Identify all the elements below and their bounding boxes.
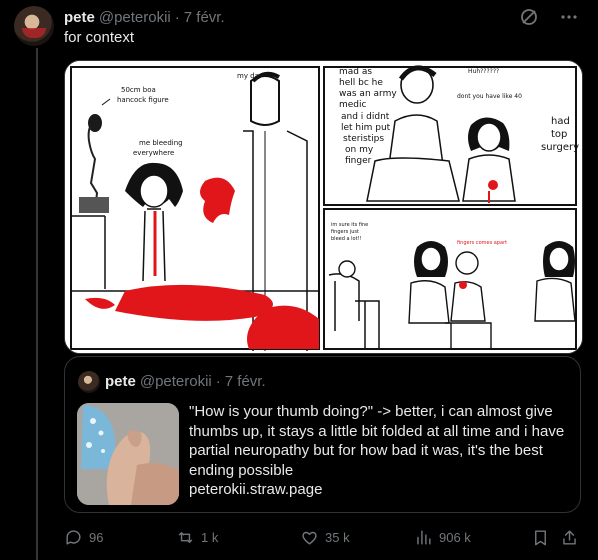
comic-text-left-5: and i didnt xyxy=(341,112,390,122)
views-count: 906 k xyxy=(439,529,471,545)
quoted-media-thumbnail xyxy=(77,403,179,505)
comic-text-left-7: steristips xyxy=(343,134,384,144)
comic-text-fingers: fingers comes apart xyxy=(457,240,507,246)
reply-button[interactable]: 96 xyxy=(64,523,103,551)
views-button[interactable]: 906 k xyxy=(414,523,471,551)
action-bar: 96 1 k 35 k 906 k xyxy=(64,523,584,551)
quoted-text-block: "How is your thumb doing?" -> better, i … xyxy=(189,402,569,500)
top-icons xyxy=(518,6,580,28)
reply-count: 96 xyxy=(89,529,104,545)
bookmark-icon xyxy=(535,529,546,545)
like-button[interactable]: 35 k xyxy=(300,523,350,551)
comic-text-left-9: finger xyxy=(345,156,372,166)
quoted-header: pete @peterokii · 7 févr. xyxy=(105,373,266,390)
quoted-author-handle: @peterokii xyxy=(139,373,212,390)
like-count: 35 k xyxy=(325,529,350,545)
comic-text-left-4: medic xyxy=(339,100,367,110)
comic-image: 50cm boa hancock figure me bleeding ever… xyxy=(65,61,582,353)
comic-label-figure-1: 50cm boa xyxy=(121,86,156,94)
repost-icon xyxy=(178,531,193,543)
share-icon xyxy=(563,529,576,545)
thread-line xyxy=(36,48,38,560)
comic-label-bleeding-2: everywhere xyxy=(133,149,174,157)
comic-text-had-3: surgery xyxy=(541,142,579,153)
comic-text-huh: Huh?????? xyxy=(468,68,499,75)
quoted-tweet[interactable]: pete @peterokii · 7 févr. "How is your t… xyxy=(64,356,581,513)
quoted-body: "How is your thumb doing?" -> better, i … xyxy=(189,403,565,479)
comic-text-had-2: top xyxy=(551,129,567,140)
author-name[interactable]: pete xyxy=(64,9,95,26)
repost-count: 1 k xyxy=(201,529,219,545)
tweet-text: for context xyxy=(64,29,135,46)
comic-label-figure-2: hancock figure xyxy=(117,96,169,104)
quoted-avatar xyxy=(78,371,100,393)
comic-text-left-6: let him put xyxy=(341,123,391,133)
comic-label-bleeding-1: me bleeding xyxy=(139,139,183,147)
comic-text-small-1: im sure its fine xyxy=(331,222,368,228)
tweet-header: pete @peterokii · 7 févr. xyxy=(64,8,225,26)
comic-text-small-2: fingers just xyxy=(331,229,359,235)
quoted-separator: · xyxy=(215,373,221,390)
quoted-author-name: pete xyxy=(105,373,136,390)
comic-text-dont: dont you have like 40 xyxy=(457,93,522,100)
comic-text-left-8: on my xyxy=(345,145,374,155)
quoted-link[interactable]: peterokii.straw.page xyxy=(189,480,569,500)
tweet-media[interactable]: 50cm boa hancock figure me bleeding ever… xyxy=(64,60,583,354)
grok-icon[interactable] xyxy=(518,6,540,28)
comic-text-left-2: hell bc he xyxy=(339,78,383,88)
author-handle[interactable]: @peterokii xyxy=(99,9,171,26)
avatar[interactable] xyxy=(14,6,54,46)
separator: · xyxy=(174,8,180,26)
views-icon xyxy=(417,529,431,545)
comic-text-had-1: had xyxy=(551,116,570,127)
like-icon xyxy=(302,531,317,545)
comic-text-left-3: was an army xyxy=(339,89,397,99)
repost-button[interactable]: 1 k xyxy=(176,523,218,551)
share-button[interactable] xyxy=(560,523,579,551)
tweet-date[interactable]: 7 févr. xyxy=(184,9,225,26)
more-icon[interactable] xyxy=(558,6,580,28)
bookmark-button[interactable] xyxy=(531,523,550,551)
quoted-date: 7 févr. xyxy=(224,373,266,390)
reply-icon xyxy=(66,529,81,545)
comic-text-left-1: mad as xyxy=(339,67,372,77)
comic-text-small-3: bleed a lot!! xyxy=(331,236,362,242)
